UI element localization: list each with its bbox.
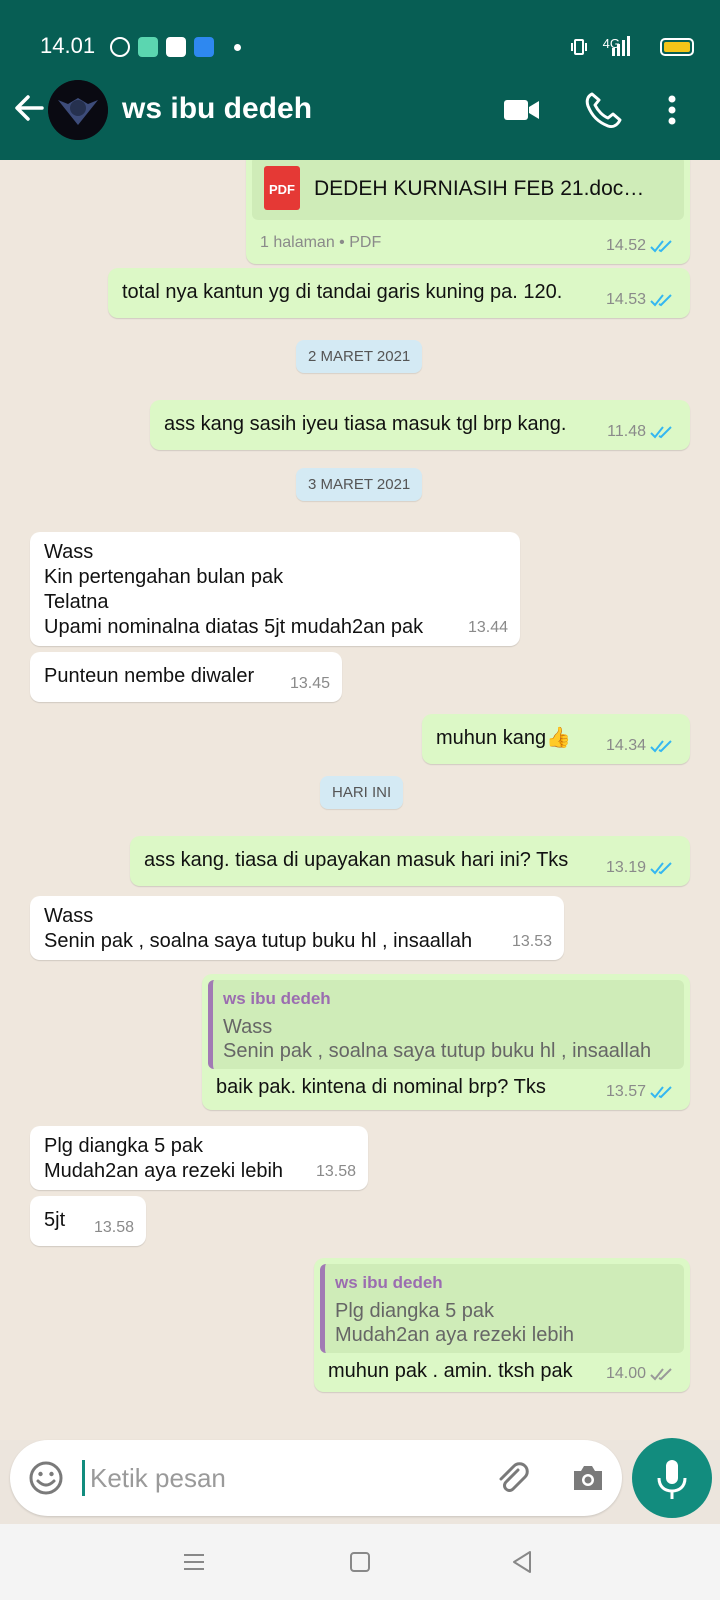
incoming-message[interactable]: Wass Senin pak , soalna saya tutup buku …	[30, 896, 564, 960]
message-time: 13.45	[289, 675, 330, 692]
message-time: 13.19	[605, 859, 646, 876]
home-nav-icon[interactable]	[346, 1548, 374, 1576]
video-call-icon[interactable]	[502, 90, 542, 130]
outgoing-reply-message[interactable]: ws ibu dedeh Plg diangka 5 pak Mudah2an …	[314, 1258, 690, 1392]
chat-header: ws ibu dedeh	[0, 64, 720, 160]
read-ticks-icon	[650, 1085, 672, 1098]
message-text: Senin pak , soalna saya tutup buku hl , …	[44, 930, 473, 952]
system-navigation-bar	[0, 1524, 720, 1600]
menu-nav-icon[interactable]	[180, 1548, 208, 1576]
message-time: 14.34	[605, 737, 646, 754]
message-text: Wass	[44, 905, 94, 927]
attach-icon[interactable]	[494, 1460, 530, 1496]
message-time: 14.52	[605, 237, 646, 254]
photos-notification-icon	[166, 37, 186, 57]
quoted-message[interactable]: ws ibu dedeh Plg diangka 5 pak Mudah2an …	[320, 1264, 684, 1353]
incoming-message[interactable]: Plg diangka 5 pak Mudah2an aya rezeki le…	[30, 1126, 368, 1190]
calculator-notification-icon	[138, 37, 158, 57]
message-time: 13.53	[511, 933, 552, 950]
message-text: Telatna	[44, 591, 109, 613]
microphone-icon	[657, 1460, 687, 1499]
message-input[interactable]	[90, 1458, 450, 1498]
outgoing-message[interactable]: muhun kang👍 14.34	[422, 714, 690, 764]
message-list[interactable]: PDF DEDEH KURNIASIH FEB 21.doc… 1 halama…	[0, 160, 720, 1440]
facebook-notification-icon	[110, 37, 130, 57]
battery-icon	[660, 38, 694, 56]
message-time: 11.48	[607, 423, 646, 440]
back-nav-icon[interactable]	[508, 1548, 536, 1576]
signal-icon	[612, 36, 630, 56]
outgoing-message[interactable]: ass kang. tiasa di upayakan masuk hari i…	[130, 836, 690, 886]
quoted-sender: ws ibu dedeh	[335, 1273, 443, 1292]
voice-call-icon[interactable]	[582, 90, 622, 130]
quoted-text: Plg diangka 5 pak	[335, 1300, 495, 1322]
read-ticks-icon	[650, 425, 672, 438]
read-ticks-icon	[650, 239, 672, 252]
more-notifications-icon	[234, 44, 241, 51]
quoted-text: Wass	[223, 1016, 273, 1038]
document-card[interactable]: PDF DEDEH KURNIASIH FEB 21.doc…	[252, 160, 684, 220]
message-time: 13.44	[467, 619, 508, 636]
quoted-text: Mudah2an aya rezeki lebih	[335, 1324, 575, 1346]
message-text: ass kang sasih iyeu tiasa masuk tgl brp …	[164, 413, 567, 435]
message-text: ass kang. tiasa di upayakan masuk hari i…	[144, 849, 569, 871]
message-time: 13.58	[93, 1219, 134, 1236]
outgoing-message[interactable]: ass kang sasih iyeu tiasa masuk tgl brp …	[150, 400, 690, 450]
status-time: 14.01	[40, 33, 96, 58]
contact-name[interactable]: ws ibu dedeh	[122, 92, 312, 126]
outgoing-document-message[interactable]: PDF DEDEH KURNIASIH FEB 21.doc… 1 halama…	[246, 160, 690, 264]
incoming-message[interactable]: Punteun nembe diwaler 13.45	[30, 652, 342, 702]
text-cursor	[82, 1460, 85, 1496]
avatar-emblem-icon	[48, 80, 108, 140]
read-ticks-icon	[650, 739, 672, 752]
read-ticks-icon	[650, 861, 672, 874]
outgoing-reply-message[interactable]: ws ibu dedeh Wass Senin pak , soalna say…	[202, 974, 690, 1110]
pdf-icon: PDF	[264, 166, 300, 210]
date-divider: HARI INI	[320, 776, 404, 809]
message-text: Mudah2an aya rezeki lebih	[44, 1160, 284, 1182]
outgoing-message[interactable]: total nya kantun yg di tandai garis kuni…	[108, 268, 690, 318]
message-composer	[10, 1440, 622, 1516]
message-text: Plg diangka 5 pak	[44, 1135, 204, 1157]
document-name: DEDEH KURNIASIH FEB 21.doc…	[314, 177, 645, 200]
status-bar: 14.01 4G	[0, 0, 720, 64]
message-time: 14.00	[605, 1365, 646, 1382]
vibrate-icon	[571, 39, 587, 55]
date-divider: 3 MARET 2021	[296, 468, 423, 501]
camera-icon[interactable]	[570, 1460, 606, 1496]
thumbs-up-emoji: 👍	[546, 727, 571, 749]
message-text: Wass	[44, 541, 94, 563]
delivered-ticks-icon	[650, 1367, 672, 1380]
back-arrow-icon[interactable]	[10, 90, 46, 126]
message-text: total nya kantun yg di tandai garis kuni…	[122, 281, 563, 303]
message-text: Upami nominalna diatas 5jt mudah2an pak	[44, 616, 424, 638]
emoji-icon[interactable]	[28, 1460, 64, 1496]
read-ticks-icon	[650, 293, 672, 306]
message-text: Punteun nembe diwaler	[44, 665, 255, 687]
browser-notification-icon	[194, 37, 214, 57]
message-text: Kin pertengahan bulan pak	[44, 566, 284, 588]
message-time: 13.58	[315, 1163, 356, 1180]
incoming-message[interactable]: 5jt 13.58	[30, 1196, 146, 1246]
message-time: 13.57	[605, 1083, 646, 1100]
incoming-message[interactable]: Wass Kin pertengahan bulan pak Telatna U…	[30, 532, 520, 646]
contact-avatar[interactable]	[48, 80, 108, 140]
voice-message-button[interactable]	[632, 1438, 712, 1518]
message-text: muhun kang	[436, 727, 547, 749]
quoted-message[interactable]: ws ibu dedeh Wass Senin pak , soalna say…	[208, 980, 684, 1069]
more-options-icon[interactable]	[652, 90, 692, 130]
quoted-sender: ws ibu dedeh	[223, 989, 331, 1008]
quoted-text: Senin pak , soalna saya tutup buku hl , …	[223, 1040, 652, 1062]
date-divider: 2 MARET 2021	[296, 340, 423, 373]
message-time: 14.53	[605, 291, 646, 308]
